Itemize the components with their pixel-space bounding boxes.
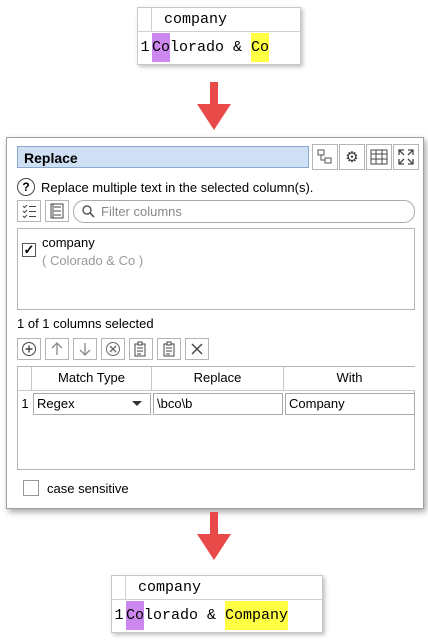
after-cell: Co lorado & Company bbox=[126, 600, 289, 630]
with-input[interactable]: Company bbox=[285, 393, 415, 415]
grid-corner bbox=[18, 367, 32, 391]
expand-icon bbox=[398, 149, 414, 165]
header-replace: Replace bbox=[152, 367, 284, 391]
match-type-value: Regex bbox=[37, 396, 75, 411]
replace-input[interactable]: \bco\b bbox=[153, 393, 283, 415]
filter-box[interactable] bbox=[73, 200, 415, 223]
clear-icon bbox=[191, 343, 203, 355]
column-name[interactable]: company bbox=[42, 235, 95, 250]
help-text: Replace multiple text in the selected co… bbox=[41, 179, 314, 195]
selected-count: 1 of 1 columns selected bbox=[17, 316, 154, 331]
search-icon bbox=[82, 205, 95, 218]
help-row: ? Replace multiple text in the selected … bbox=[17, 178, 313, 196]
down-arrow-icon bbox=[197, 82, 231, 130]
cell-text: lorado & bbox=[170, 38, 252, 56]
column-sample: ( Colorado & Co ) bbox=[42, 253, 144, 268]
remove-icon bbox=[106, 342, 120, 356]
replace-grid: Match Type Replace With 1 Regex \bco\b C… bbox=[17, 366, 415, 470]
paste-button[interactable] bbox=[129, 338, 153, 360]
highlight-yellow: Co bbox=[251, 32, 270, 62]
checklist-icon bbox=[22, 204, 36, 219]
chevron-down-icon bbox=[132, 401, 142, 406]
down-arrow-icon bbox=[197, 512, 231, 560]
before-table: company 1 Co lorado & Co bbox=[137, 7, 301, 65]
case-sensitive-option[interactable]: case sensitive bbox=[23, 480, 129, 496]
expand-button[interactable] bbox=[393, 144, 419, 170]
header-match-type: Match Type bbox=[32, 367, 152, 391]
down-icon bbox=[79, 343, 91, 356]
paste-icon bbox=[134, 341, 146, 357]
column-checkbox[interactable]: ✓ bbox=[22, 243, 36, 257]
up-icon bbox=[51, 342, 63, 355]
list-view-button[interactable] bbox=[45, 200, 69, 222]
node-button[interactable] bbox=[312, 144, 338, 170]
table-icon bbox=[370, 149, 388, 165]
clear-button[interactable] bbox=[185, 338, 209, 360]
gear-icon: ⚙ bbox=[345, 149, 359, 166]
after-row-number: 1 bbox=[114, 606, 124, 624]
after-table: company 1 Co lorado & Company bbox=[111, 575, 323, 633]
add-row-button[interactable] bbox=[17, 338, 41, 360]
filter-input[interactable] bbox=[99, 203, 399, 220]
help-icon[interactable]: ? bbox=[17, 178, 35, 196]
dialog-title: Replace bbox=[24, 150, 78, 166]
list-icon bbox=[50, 203, 64, 219]
match-type-select[interactable]: Regex bbox=[33, 393, 151, 415]
check-all-button[interactable] bbox=[17, 200, 41, 222]
move-up-button[interactable] bbox=[45, 338, 69, 360]
copy-icon bbox=[163, 341, 175, 357]
move-down-button[interactable] bbox=[73, 338, 97, 360]
cell-text: lorado & bbox=[144, 606, 226, 624]
after-column-header: company bbox=[138, 579, 202, 596]
highlight-purple: Co bbox=[126, 600, 145, 630]
case-sensitive-label: case sensitive bbox=[47, 480, 129, 496]
add-icon bbox=[22, 342, 36, 356]
before-cell: Co lorado & Co bbox=[152, 32, 270, 62]
copy-button[interactable] bbox=[157, 338, 181, 360]
highlight-purple: Co bbox=[152, 32, 171, 62]
node-icon bbox=[317, 149, 332, 164]
grid-row-number: 1 bbox=[21, 396, 29, 411]
settings-button[interactable]: ⚙ bbox=[339, 144, 365, 170]
header-with: With bbox=[284, 367, 415, 391]
dialog-titlebar[interactable]: Replace bbox=[17, 146, 309, 168]
highlight-yellow: Company bbox=[225, 600, 289, 630]
column-list: ✓ company ( Colorado & Co ) bbox=[17, 228, 415, 310]
table-view-button[interactable] bbox=[366, 144, 392, 170]
before-row-number: 1 bbox=[140, 38, 150, 56]
before-column-header: company bbox=[164, 11, 228, 28]
remove-row-button[interactable] bbox=[101, 338, 125, 360]
case-sensitive-checkbox[interactable] bbox=[23, 480, 39, 496]
replace-dialog: Replace ⚙ ? Replace multiple text in the… bbox=[6, 137, 424, 509]
